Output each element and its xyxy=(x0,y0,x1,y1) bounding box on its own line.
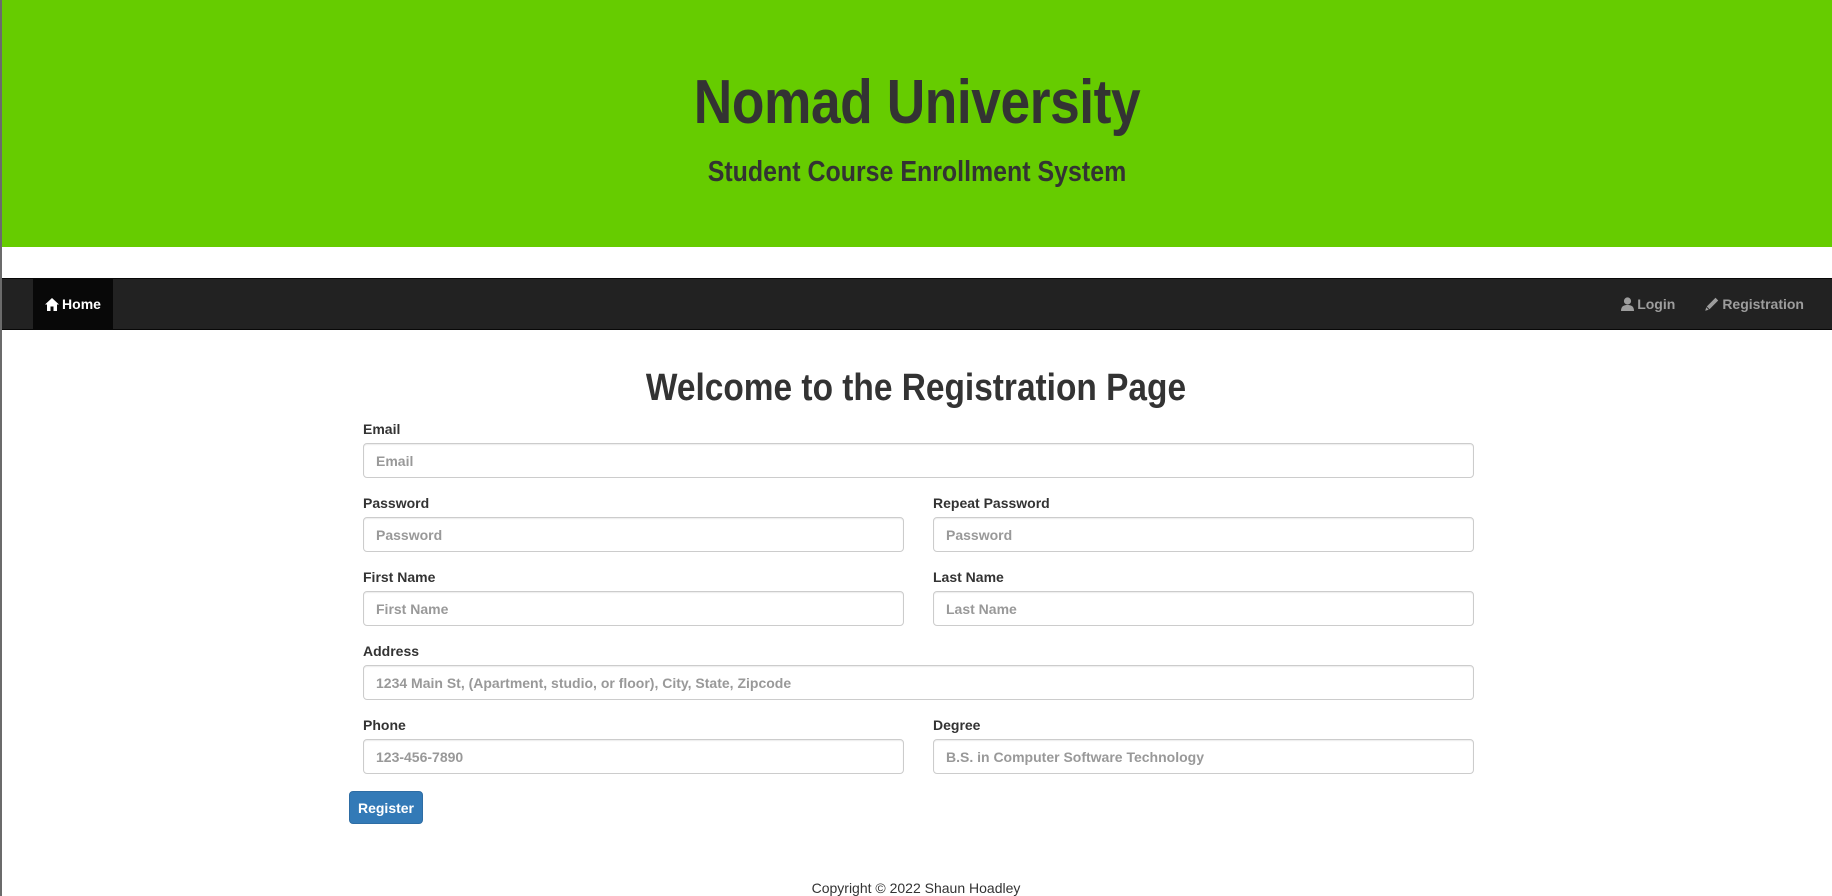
pencil-icon xyxy=(1705,297,1719,311)
navbar: Home Login Registration xyxy=(2,278,1832,330)
first-name-field[interactable] xyxy=(363,591,904,626)
nav-login-label: Login xyxy=(1637,296,1676,312)
email-field[interactable] xyxy=(363,443,1474,478)
last-name-label: Last Name xyxy=(933,569,1004,585)
site-title: Nomad University xyxy=(693,68,1141,137)
password-label: Password xyxy=(363,495,430,511)
first-name-group: First Name xyxy=(363,569,904,626)
address-group: Address xyxy=(363,643,1474,700)
nav-registration-link[interactable]: Registration xyxy=(1690,279,1832,329)
repeat-password-group: Repeat Password xyxy=(933,495,1474,552)
page-title: Welcome to the Registration Page xyxy=(645,367,1187,409)
nav-login-link[interactable]: Login xyxy=(1606,279,1690,329)
repeat-password-label: Repeat Password xyxy=(933,495,1050,511)
email-group: Email xyxy=(363,421,1474,478)
last-name-field[interactable] xyxy=(933,591,1474,626)
user-icon xyxy=(1621,297,1635,311)
repeat-password-field[interactable] xyxy=(933,517,1474,552)
nav-home-label: Home xyxy=(62,296,101,312)
phone-group: Phone xyxy=(363,717,904,774)
register-button[interactable]: Register xyxy=(349,791,423,824)
email-label: Email xyxy=(363,421,401,437)
degree-label: Degree xyxy=(933,717,981,733)
header-banner: Nomad University Student Course Enrollme… xyxy=(2,0,1832,247)
nav-home-link[interactable]: Home xyxy=(33,279,113,329)
home-icon xyxy=(45,297,60,311)
nav-registration-label: Registration xyxy=(1722,296,1804,312)
degree-field[interactable] xyxy=(933,739,1474,774)
phone-field[interactable] xyxy=(363,739,904,774)
footer-copyright: Copyright © 2022 Shaun Hoadley xyxy=(811,880,1021,896)
address-label: Address xyxy=(363,643,420,659)
address-field[interactable] xyxy=(363,665,1474,700)
first-name-label: First Name xyxy=(363,569,436,585)
password-group: Password xyxy=(363,495,904,552)
nav-right-group: Login Registration xyxy=(1606,279,1832,329)
degree-group: Degree xyxy=(933,717,1474,774)
site-subtitle: Student Course Enrollment System xyxy=(707,156,1127,188)
phone-label: Phone xyxy=(363,717,406,733)
password-field[interactable] xyxy=(363,517,904,552)
last-name-group: Last Name xyxy=(933,569,1474,626)
